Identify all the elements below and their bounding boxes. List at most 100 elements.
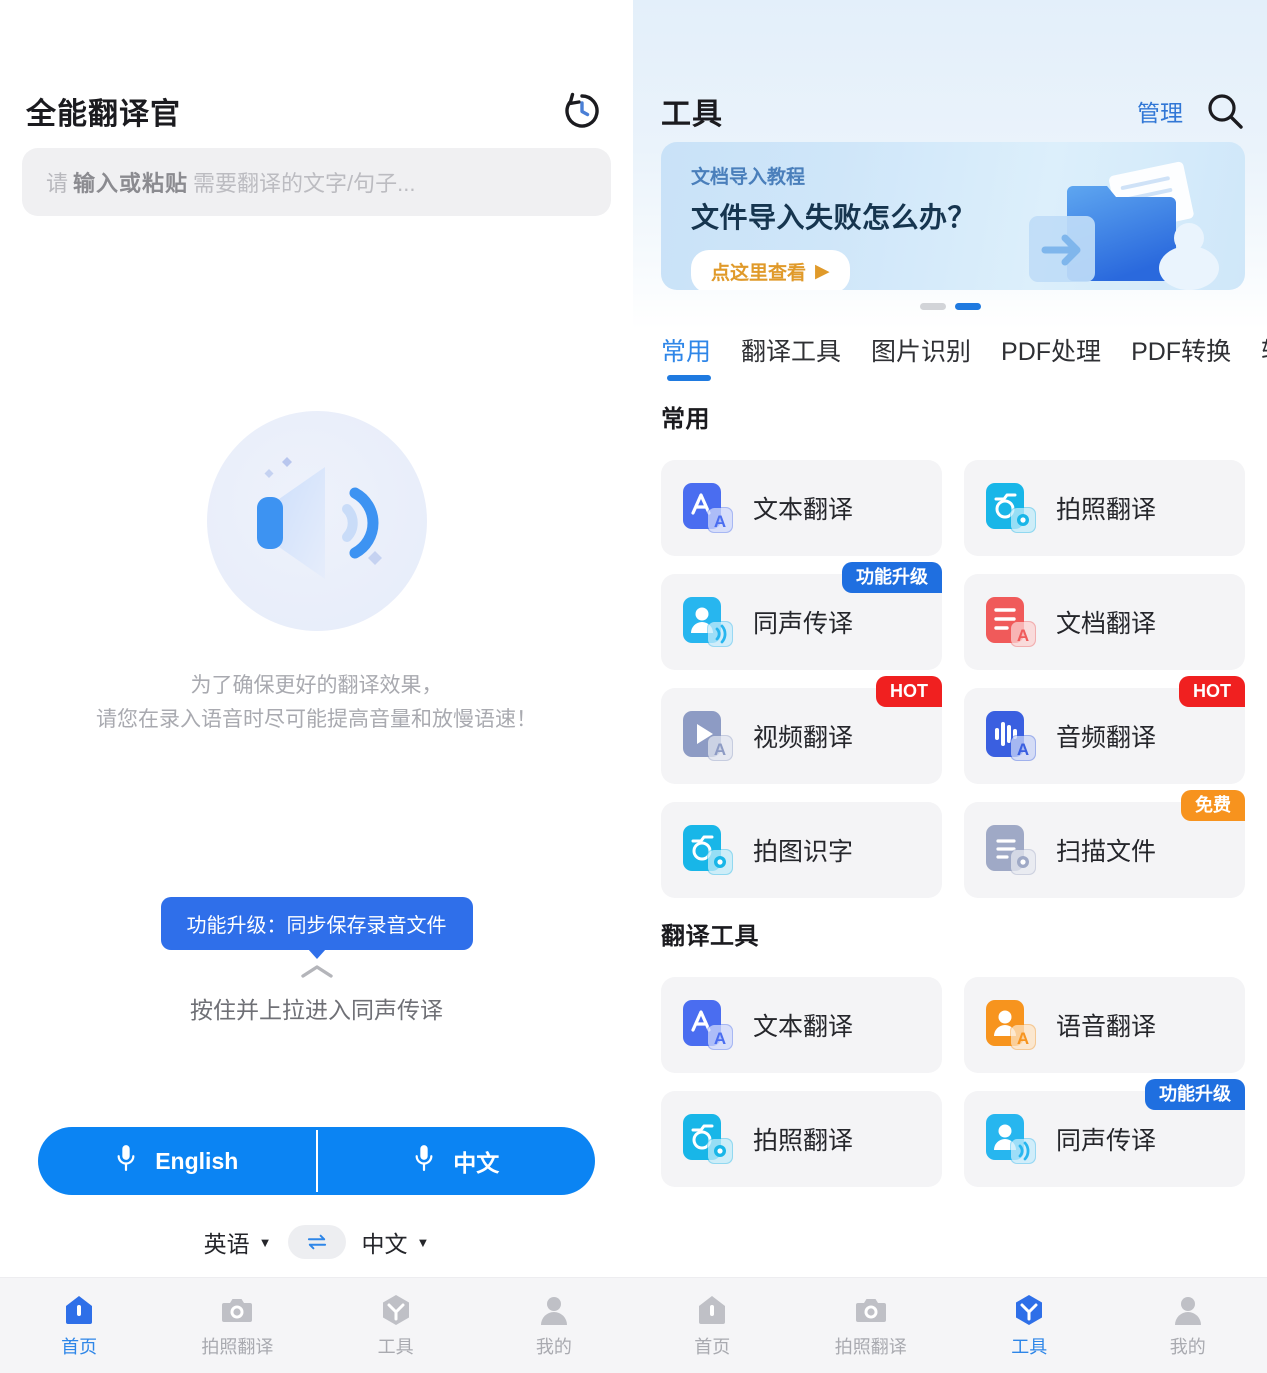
voice-translate-icon: A: [986, 1000, 1036, 1050]
nav-item-工具[interactable]: 工具: [950, 1293, 1109, 1359]
target-language-label: 中文: [361, 1231, 408, 1257]
tool-card[interactable]: A 文档翻译: [964, 574, 1245, 670]
voice-translate-icon: A: [982, 996, 1040, 1054]
nav-item-工具[interactable]: 工具: [317, 1293, 475, 1359]
tool-card-label: 同声传译: [1056, 1127, 1157, 1155]
status-badge: HOT: [876, 676, 942, 707]
chevron-down-icon: ▼: [416, 1234, 430, 1250]
upgrade-tooltip-group: 功能升级：同步保存录音文件 按住并上拉进入同声传译: [0, 897, 633, 1025]
tools-screen-panel: 工具 管理 文档导入教程 文件导入失败怎么办？ 点这里查看 ▶ 常用 翻译工具 …: [633, 0, 1267, 1373]
banner-page-indicator: [633, 303, 1267, 310]
svg-text:A: A: [714, 740, 726, 759]
tool-sections: 常用 A 文本翻译 拍照翻译 同声传译 功能升级 A 文档翻译 A 视频翻译 HOT A 音频翻译 HOT…: [633, 381, 1267, 1187]
camera-icon: [855, 1298, 886, 1322]
tool-card-label: 视频翻译: [753, 724, 854, 752]
home-screen-panel: 全能翻译官 请 输入或粘贴 需要翻译的文字/句子... 为了确保更好的翻译效果，…: [0, 0, 633, 1373]
nav-item-拍照翻译[interactable]: 拍照翻译: [158, 1293, 316, 1359]
tool-card[interactable]: A 视频翻译 HOT: [661, 676, 942, 784]
tool-card[interactable]: 同声传译 功能升级: [964, 1079, 1245, 1187]
play-arrow-icon: ▶: [815, 261, 830, 282]
translate-input[interactable]: 请 输入或粘贴 需要翻译的文字/句子...: [22, 148, 611, 216]
status-badge: 功能升级: [842, 562, 942, 593]
tool-card[interactable]: 扫描文件 免费: [964, 790, 1245, 898]
left-header: 全能翻译官: [0, 0, 633, 140]
svg-text:A: A: [1017, 626, 1029, 645]
text-translate-icon: A: [683, 483, 733, 533]
chevron-up-icon: [297, 962, 337, 985]
banner-dot-0[interactable]: [919, 303, 946, 310]
tool-card[interactable]: A 语音翻译: [964, 977, 1245, 1073]
section-title: 常用: [661, 406, 710, 433]
placeholder-prefix: 请: [46, 171, 69, 196]
photo-translate-icon: [982, 479, 1040, 537]
nav-item-首页[interactable]: 首页: [633, 1293, 792, 1359]
text-translate-icon: A: [679, 479, 737, 537]
tool-card[interactable]: A 文本翻译: [661, 977, 942, 1073]
scan-document-icon: [982, 821, 1040, 879]
tab-4[interactable]: PDF转换: [1131, 332, 1231, 381]
tool-card[interactable]: A 文本翻译: [661, 460, 942, 556]
nav-item-我的[interactable]: 我的: [475, 1293, 633, 1359]
status-badge: 免费: [1181, 790, 1245, 821]
speak-buttons-row: English 中文: [38, 1127, 595, 1195]
swap-languages-button[interactable]: [287, 1225, 346, 1259]
nav-item-label: 我的: [1169, 1336, 1206, 1357]
tool-card[interactable]: 同声传译 功能升级: [661, 562, 942, 670]
tool-card-label: 文本翻译: [753, 496, 854, 524]
photo-translate-icon: [679, 1110, 737, 1168]
tool-card-label: 语音翻译: [1056, 1013, 1157, 1041]
tutorial-banner[interactable]: 文档导入教程 文件导入失败怎么办？ 点这里查看 ▶: [661, 142, 1245, 290]
tab-1[interactable]: 翻译工具: [741, 332, 841, 381]
speak-english-label: English: [155, 1147, 239, 1174]
video-translate-icon: A: [683, 711, 733, 761]
banner-cta-button[interactable]: 点这里查看 ▶: [691, 250, 850, 290]
hint-line-1: 为了确保更好的翻译效果，: [190, 674, 443, 697]
mic-icon: [413, 1143, 435, 1179]
home-icon: [695, 1293, 729, 1327]
speak-chinese-button[interactable]: 中文: [318, 1127, 596, 1195]
target-language-select[interactable]: 中文 ▼: [362, 1225, 430, 1259]
tool-card[interactable]: 拍照翻译: [964, 460, 1245, 556]
tab-5[interactable]: 转: [1261, 332, 1267, 381]
svg-text:A: A: [714, 1029, 726, 1048]
banner-dot-1[interactable]: [954, 303, 981, 310]
upgrade-tooltip[interactable]: 功能升级：同步保存录音文件: [160, 897, 473, 959]
source-language-select[interactable]: 英语 ▼: [204, 1225, 272, 1259]
toolbox-icon: [379, 1293, 413, 1327]
nav-item-首页[interactable]: 首页: [0, 1293, 158, 1359]
search-icon[interactable]: [1205, 91, 1245, 131]
right-header: 工具 管理: [633, 0, 1267, 140]
tool-card-label: 拍照翻译: [1056, 496, 1157, 524]
status-badge: HOT: [1179, 676, 1245, 707]
tool-card-label: 拍照翻译: [753, 1127, 854, 1155]
tool-grid: A 文本翻译 A 语音翻译 拍照翻译 同声传译 功能升级: [633, 951, 1267, 1187]
video-translate-icon: A: [679, 707, 737, 765]
history-clock-icon[interactable]: [561, 90, 603, 132]
tool-card[interactable]: 拍图识字: [661, 802, 942, 898]
tool-card[interactable]: 拍照翻译: [661, 1091, 942, 1187]
home-icon: [66, 1295, 93, 1324]
tab-2[interactable]: 图片识别: [871, 332, 971, 381]
home-icon: [699, 1295, 726, 1324]
tool-card[interactable]: A 音频翻译 HOT: [964, 676, 1245, 784]
scan-document-icon: [986, 825, 1036, 875]
language-selector-row: 英语 ▼ 中文 ▼: [0, 1225, 633, 1259]
camera-icon: [220, 1293, 254, 1327]
header-actions: 管理: [1137, 91, 1245, 131]
tab-0[interactable]: 常用: [661, 332, 712, 381]
toolbox-icon: [382, 1294, 409, 1325]
nav-item-label: 拍照翻译: [201, 1336, 274, 1357]
nav-item-label: 工具: [1011, 1336, 1048, 1357]
profile-icon: [540, 1296, 567, 1325]
text-translate-icon: A: [683, 1000, 733, 1050]
nav-item-我的[interactable]: 我的: [1109, 1293, 1267, 1359]
tab-3[interactable]: PDF处理: [1001, 332, 1101, 381]
speak-english-button[interactable]: English: [38, 1127, 316, 1195]
tool-card-label: 音频翻译: [1056, 724, 1157, 752]
speak-chinese-label: 中文: [453, 1150, 500, 1176]
toolbox-icon: [1012, 1293, 1046, 1327]
home-icon: [62, 1293, 96, 1327]
nav-item-拍照翻译[interactable]: 拍照翻译: [792, 1293, 951, 1359]
page-title: 全能翻译官: [26, 98, 181, 131]
manage-button[interactable]: 管理: [1137, 94, 1183, 128]
